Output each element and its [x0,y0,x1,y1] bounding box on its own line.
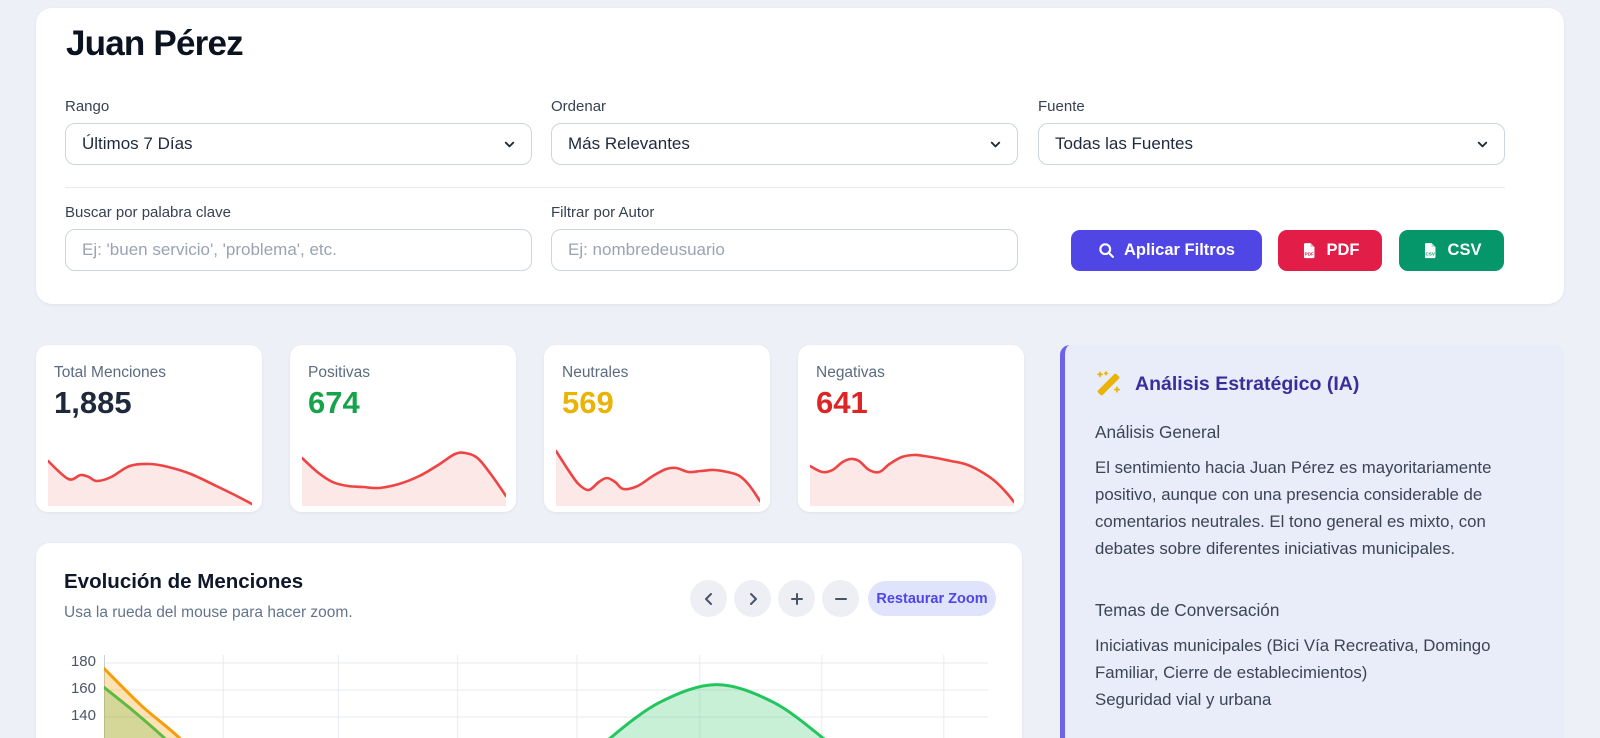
stat-value: 569 [562,385,614,420]
keyword-input[interactable] [65,229,532,271]
chevron-down-icon [990,141,1001,147]
ordenar-label: Ordenar [551,98,607,115]
ai-panel-header: Análisis Estratégico (IA) [1095,371,1510,398]
rango-field: Rango Últimos 7 Días [65,98,532,165]
apply-filters-button[interactable]: Aplicar Filtros [1071,230,1262,271]
chevron-right-icon [749,592,757,605]
export-csv-button[interactable]: CSV CSV [1399,230,1504,271]
ai-section-heading: Análisis General [1095,422,1221,442]
svg-text:PDF: PDF [1304,251,1313,256]
stat-card-neutrales: Neutrales 569 [544,345,770,512]
ordenar-field: Ordenar Más Relevantes [551,98,1018,165]
rango-select[interactable]: Últimos 7 Días [65,123,532,165]
stat-label: Negativas [816,364,885,381]
search-icon [1099,243,1114,258]
fuente-label: Fuente [1038,98,1085,115]
chevron-left-icon [704,592,712,605]
y-axis-tick: 160 [70,680,96,697]
zoom-out-button[interactable] [822,580,859,617]
sparkline-chart [810,453,1014,506]
pan-left-button[interactable] [690,580,727,617]
stat-card-positivas: Positivas 674 [290,345,516,512]
rango-label: Rango [65,98,110,115]
sparkline-chart [48,459,252,506]
fuente-select[interactable]: Todas las Fuentes [1038,123,1505,165]
ai-section-body-line: Seguridad vial y urbana [1095,690,1272,709]
export-csv-label: CSV [1447,241,1482,259]
zoom-in-button[interactable] [778,580,815,617]
stat-card-total: Total Menciones 1,885 [36,345,262,512]
filter-panel: Juan Pérez Rango Últimos 7 Días Ordenar … [36,8,1564,304]
ordenar-select-value: Más Relevantes [568,134,690,153]
restore-zoom-button[interactable]: Restaurar Zoom [868,581,996,616]
export-pdf-button[interactable]: PDF PDF [1278,230,1382,271]
mentions-evolution-chart[interactable] [104,643,988,738]
sparkline-chart [556,449,760,506]
stat-card-negativas: Negativas 641 [798,345,1024,512]
file-csv-icon: CSV [1424,243,1435,259]
ai-section-body: El sentimiento hacia Juan Pérez es mayor… [1095,458,1492,558]
ai-section-heading: Temas de Conversación [1095,600,1280,620]
file-pdf-icon: PDF [1303,243,1314,259]
ordenar-select[interactable]: Más Relevantes [551,123,1018,165]
chevron-down-icon [504,141,515,147]
page-title: Juan Pérez [66,24,244,63]
author-field: Filtrar por Autor [551,204,1018,271]
minus-icon [834,597,847,600]
author-label: Filtrar por Autor [551,204,655,221]
export-pdf-label: PDF [1326,241,1360,259]
chevron-down-icon [1477,141,1488,147]
chart-title: Evolución de Menciones [64,570,304,593]
ai-section-body-line: Iniciativas municipales (Bici Vía Recrea… [1095,636,1491,682]
y-axis-tick: 180 [70,653,96,670]
rango-select-value: Últimos 7 Días [82,134,193,153]
keyword-field: Buscar por palabra clave [65,204,532,271]
apply-filters-label: Aplicar Filtros [1124,241,1235,259]
pan-right-button[interactable] [734,580,771,617]
chart-subtitle: Usa la rueda del mouse para hacer zoom. [64,604,353,621]
svg-text:CSV: CSV [1425,251,1435,256]
ai-analysis-panel: Análisis Estratégico (IA) Análisis Gener… [1060,345,1564,738]
keyword-label: Buscar por palabra clave [65,204,231,221]
magic-wand-sparkles-icon [1097,371,1121,396]
stat-label: Total Menciones [54,364,167,381]
sparkline-chart [302,451,506,506]
dashboard-page: Juan Pérez Rango Últimos 7 Días Ordenar … [0,0,1600,738]
stat-label: Neutrales [562,364,629,381]
y-axis-tick: 140 [70,707,96,724]
stat-value: 1,885 [54,385,132,420]
stat-label: Positivas [308,364,371,381]
ai-panel-title: Análisis Estratégico (IA) [1135,373,1360,395]
author-input[interactable] [551,229,1018,271]
fuente-select-value: Todas las Fuentes [1055,134,1193,153]
fuente-field: Fuente Todas las Fuentes [1038,98,1505,165]
filter-divider [65,187,1505,188]
plus-icon [790,592,803,605]
stat-value: 674 [308,385,360,420]
evolution-chart-panel: Evolución de Menciones Usa la rueda del … [36,543,1022,738]
stat-value: 641 [816,385,868,420]
